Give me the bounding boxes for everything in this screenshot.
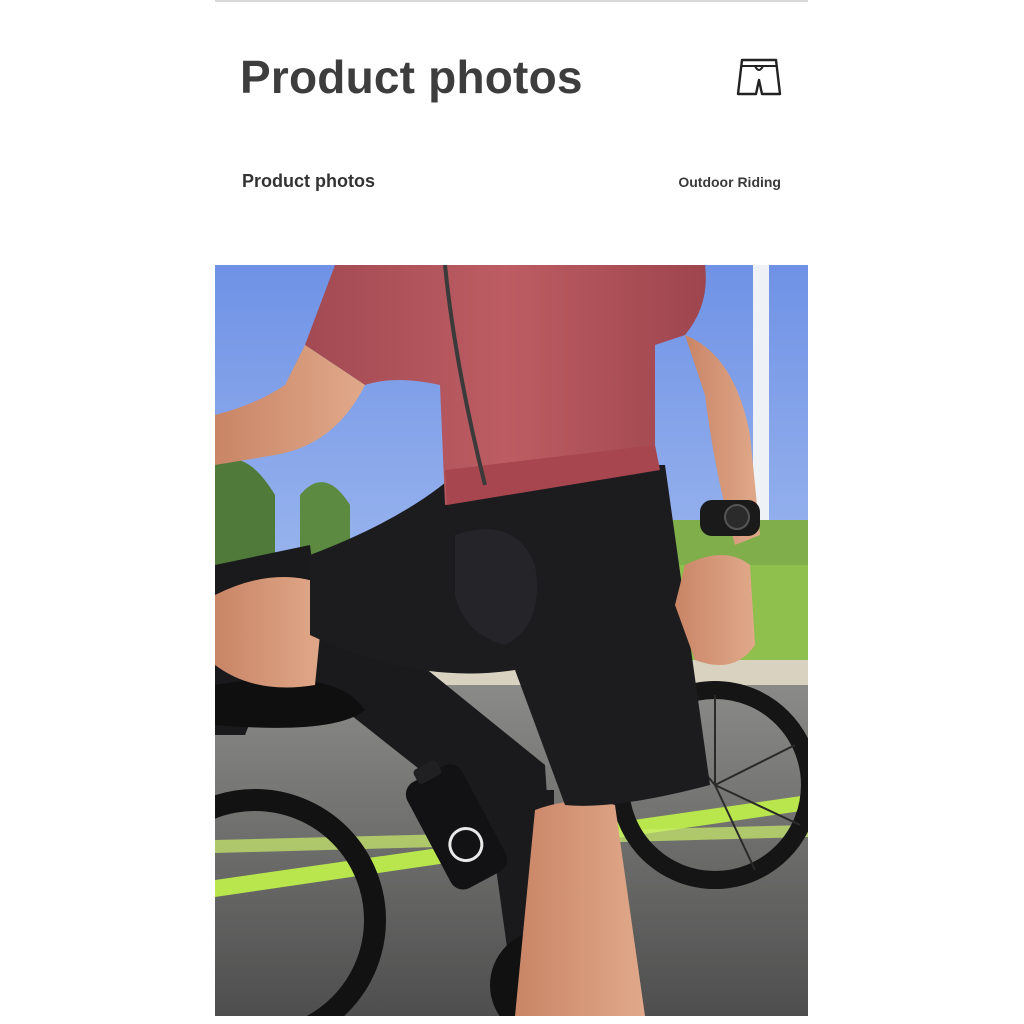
top-divider	[215, 0, 808, 2]
product-photo	[215, 265, 808, 1016]
page-title: Product photos	[240, 51, 583, 103]
category-tag: Outdoor Riding	[678, 174, 781, 190]
shorts-icon	[736, 58, 782, 96]
product-panel: Product photos Product photos Outdoor Ri…	[215, 0, 808, 1024]
section-subtitle: Product photos	[242, 171, 375, 191]
